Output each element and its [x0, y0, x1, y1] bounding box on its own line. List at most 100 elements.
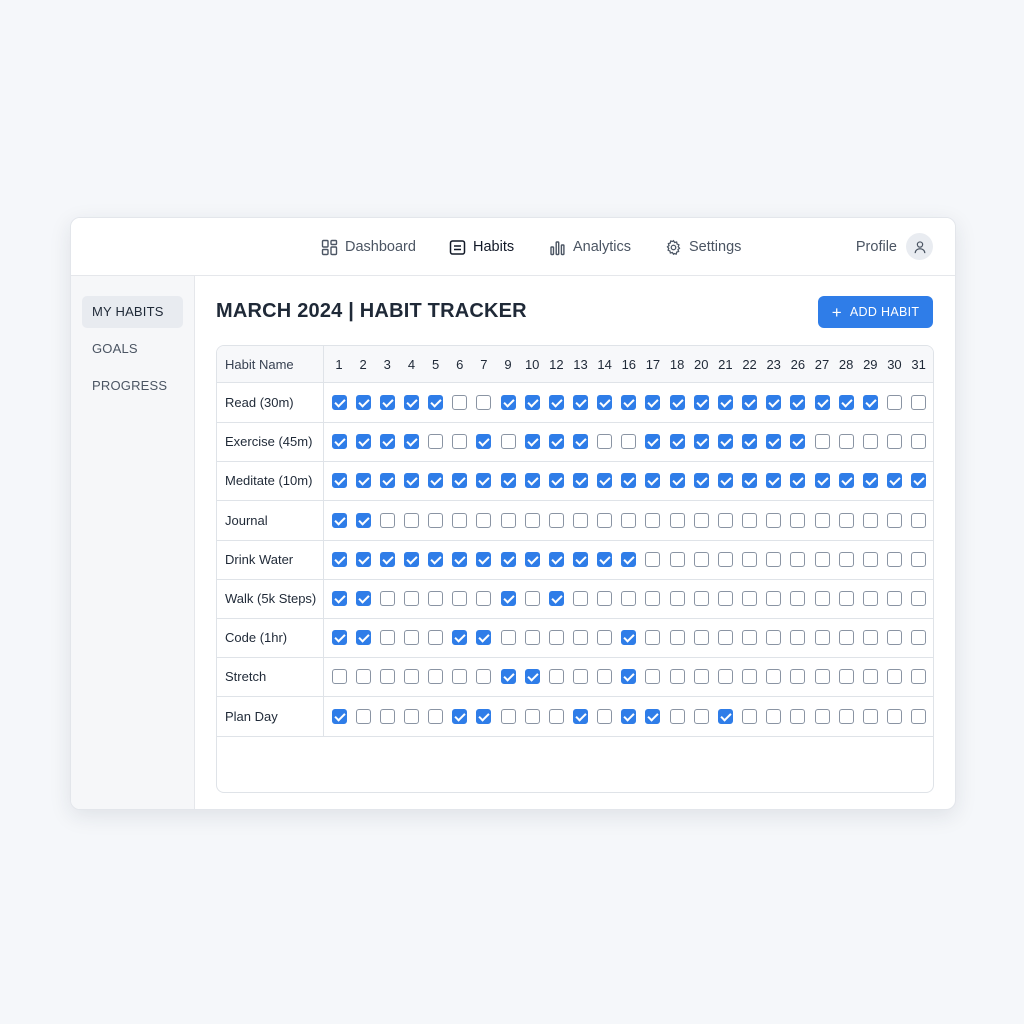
- habit-checkbox[interactable]: [573, 551, 588, 567]
- habit-checkbox[interactable]: [355, 708, 371, 724]
- habit-checkbox[interactable]: [379, 591, 395, 606]
- habit-checkbox[interactable]: [717, 669, 733, 685]
- habit-checkbox[interactable]: [814, 512, 830, 528]
- add-habit-button[interactable]: + ADD HABIT: [818, 296, 933, 328]
- habit-checkbox[interactable]: [742, 551, 758, 567]
- habit-checkbox[interactable]: [548, 512, 564, 528]
- habit-checkbox[interactable]: [597, 669, 613, 685]
- habit-checkbox[interactable]: [669, 512, 685, 528]
- habit-checkbox[interactable]: [645, 434, 661, 450]
- habit-checkbox[interactable]: [573, 512, 588, 528]
- habit-checkbox[interactable]: [403, 434, 419, 450]
- habit-checkbox[interactable]: [524, 708, 540, 724]
- habit-checkbox[interactable]: [452, 669, 468, 685]
- habit-checkbox[interactable]: [428, 512, 444, 528]
- habit-checkbox[interactable]: [597, 551, 613, 567]
- habit-checkbox[interactable]: [452, 551, 468, 567]
- habit-checkbox[interactable]: [766, 669, 782, 685]
- habit-checkbox[interactable]: [790, 669, 806, 685]
- habit-checkbox[interactable]: [476, 473, 492, 489]
- habit-checkbox[interactable]: [669, 551, 685, 567]
- habit-checkbox[interactable]: [476, 669, 492, 685]
- habit-checkbox[interactable]: [766, 591, 782, 606]
- habit-checkbox[interactable]: [452, 395, 468, 410]
- habit-checkbox[interactable]: [669, 434, 685, 450]
- habit-checkbox[interactable]: [331, 473, 347, 489]
- habit-checkbox[interactable]: [814, 669, 830, 685]
- habit-checkbox[interactable]: [862, 669, 878, 685]
- habit-checkbox[interactable]: [428, 395, 444, 410]
- habit-checkbox[interactable]: [645, 551, 661, 567]
- habit-checkbox[interactable]: [886, 473, 902, 489]
- habit-checkbox[interactable]: [645, 591, 661, 606]
- habit-checkbox[interactable]: [742, 395, 758, 410]
- habit-checkbox[interactable]: [428, 473, 444, 489]
- habit-checkbox[interactable]: [355, 669, 371, 685]
- habit-checkbox[interactable]: [717, 630, 733, 646]
- habit-checkbox[interactable]: [476, 551, 492, 567]
- nav-settings[interactable]: Settings: [665, 236, 741, 258]
- habit-checkbox[interactable]: [331, 669, 347, 685]
- habit-checkbox[interactable]: [742, 630, 758, 646]
- habit-checkbox[interactable]: [597, 708, 613, 724]
- habit-checkbox[interactable]: [403, 669, 419, 685]
- habit-checkbox[interactable]: [911, 551, 927, 567]
- habit-checkbox[interactable]: [597, 434, 613, 450]
- habit-checkbox[interactable]: [355, 473, 371, 489]
- habit-checkbox[interactable]: [645, 473, 661, 489]
- habit-checkbox[interactable]: [548, 434, 564, 450]
- habit-checkbox[interactable]: [524, 512, 540, 528]
- habit-checkbox[interactable]: [452, 708, 468, 724]
- habit-checkbox[interactable]: [500, 473, 516, 489]
- habit-checkbox[interactable]: [838, 551, 854, 567]
- habit-checkbox[interactable]: [379, 434, 395, 450]
- habit-checkbox[interactable]: [428, 591, 444, 606]
- nav-dashboard[interactable]: Dashboard: [321, 236, 416, 258]
- habit-checkbox[interactable]: [476, 630, 492, 646]
- habit-checkbox[interactable]: [573, 669, 588, 685]
- sidebar-item-goals[interactable]: GOALS: [82, 333, 183, 365]
- habit-checkbox[interactable]: [355, 434, 371, 450]
- habit-checkbox[interactable]: [331, 630, 347, 646]
- habit-checkbox[interactable]: [621, 551, 637, 567]
- habit-checkbox[interactable]: [645, 395, 661, 410]
- habit-checkbox[interactable]: [597, 591, 613, 606]
- habit-checkbox[interactable]: [379, 512, 395, 528]
- habit-checkbox[interactable]: [742, 473, 758, 489]
- habit-checkbox[interactable]: [500, 395, 516, 410]
- habit-checkbox[interactable]: [766, 551, 782, 567]
- habit-checkbox[interactable]: [621, 473, 637, 489]
- habit-checkbox[interactable]: [838, 708, 854, 724]
- habit-checkbox[interactable]: [524, 630, 540, 646]
- habit-checkbox[interactable]: [621, 512, 637, 528]
- habit-checkbox[interactable]: [573, 473, 588, 489]
- habit-checkbox[interactable]: [524, 434, 540, 450]
- habit-checkbox[interactable]: [862, 551, 878, 567]
- habit-checkbox[interactable]: [331, 395, 347, 410]
- habit-checkbox[interactable]: [717, 434, 733, 450]
- habit-checkbox[interactable]: [573, 591, 588, 606]
- habit-checkbox[interactable]: [693, 434, 709, 450]
- profile-menu[interactable]: Profile: [856, 233, 933, 260]
- habit-checkbox[interactable]: [862, 708, 878, 724]
- habit-checkbox[interactable]: [838, 630, 854, 646]
- habit-checkbox[interactable]: [911, 708, 927, 724]
- habit-checkbox[interactable]: [500, 591, 516, 606]
- habit-checkbox[interactable]: [476, 395, 492, 410]
- habit-checkbox[interactable]: [428, 669, 444, 685]
- nav-analytics[interactable]: Analytics: [549, 236, 631, 258]
- habit-checkbox[interactable]: [911, 591, 927, 606]
- habit-checkbox[interactable]: [403, 473, 419, 489]
- habit-checkbox[interactable]: [814, 551, 830, 567]
- habit-checkbox[interactable]: [403, 395, 419, 410]
- habit-checkbox[interactable]: [838, 434, 854, 450]
- habit-checkbox[interactable]: [766, 395, 782, 410]
- habit-checkbox[interactable]: [766, 473, 782, 489]
- habit-checkbox[interactable]: [500, 551, 516, 567]
- habit-checkbox[interactable]: [766, 630, 782, 646]
- habit-checkbox[interactable]: [838, 395, 854, 410]
- habit-checkbox[interactable]: [790, 434, 806, 450]
- habit-checkbox[interactable]: [645, 708, 661, 724]
- habit-checkbox[interactable]: [621, 630, 637, 646]
- habit-checkbox[interactable]: [766, 512, 782, 528]
